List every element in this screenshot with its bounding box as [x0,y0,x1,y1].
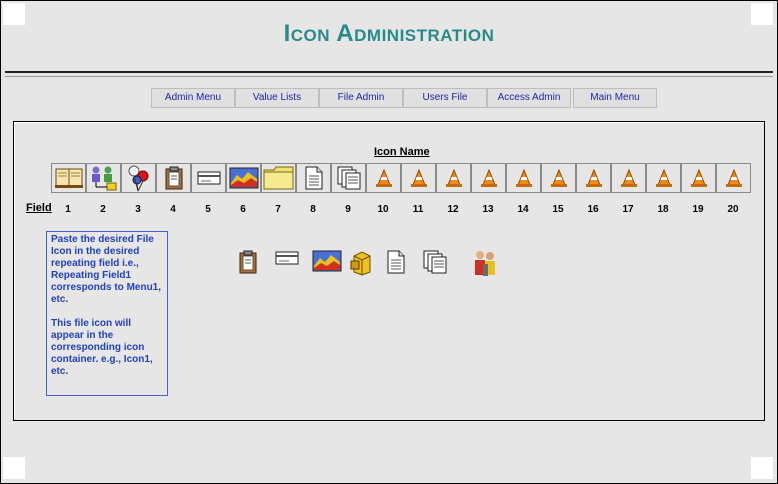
icon-slot-2[interactable] [86,163,121,193]
field-number-9: 9 [345,204,351,215]
source-chart-icon[interactable] [312,250,342,276]
users-icon [89,165,119,191]
field-number-6: 6 [240,204,246,215]
icon-slot-6[interactable] [226,163,261,193]
instruction-paragraph-2: This file icon will appear in the corres… [51,318,153,377]
header-divider-thin [5,76,773,77]
field-number-19: 19 [692,204,704,215]
field-number-17: 17 [622,204,634,215]
icon-slot-8[interactable] [296,163,331,193]
cone-icon [515,168,533,188]
admin-menu-button[interactable]: Admin Menu [151,88,235,108]
source-clipboard-icon[interactable] [238,250,264,276]
document-icon [304,166,324,190]
cone-icon [410,168,428,188]
file-admin-button[interactable]: File Admin [319,88,403,108]
cone-icon [445,168,463,188]
icon-slot-5[interactable] [191,163,226,193]
instruction-note: Paste the desired File Icon in the desir… [46,231,168,396]
field-label: Field [26,202,52,214]
field-number-8: 8 [310,204,316,215]
users-file-button[interactable]: Users File [403,88,487,108]
field-number-11: 11 [412,204,424,215]
icon-slot-13[interactable] [471,163,506,193]
field-number-4: 4 [170,204,176,215]
icon-slot-10[interactable] [366,163,401,193]
field-number-20: 20 [727,204,739,215]
icon-slot-19[interactable] [681,163,716,193]
field-number-2: 2 [100,204,106,215]
icon-slot-3[interactable] [121,163,156,193]
cone-icon [655,168,673,188]
icon-slot-12[interactable] [436,163,471,193]
field-number-14: 14 [517,204,529,215]
source-card-icon[interactable] [275,250,301,276]
header-divider [5,71,773,73]
source-documents-icon[interactable] [423,250,449,276]
page-title: Icon Administration [283,20,495,47]
cone-icon [690,168,708,188]
book-icon [54,167,83,189]
icon-slot-9[interactable] [331,163,366,193]
field-number-16: 16 [587,204,599,215]
cone-icon [480,168,498,188]
source-people-icon[interactable] [472,250,498,276]
access-admin-button[interactable]: Access Admin [487,88,571,108]
field-number-18: 18 [657,204,669,215]
icon-slot-1[interactable] [51,163,86,193]
instruction-paragraph-1: Paste the desired File Icon in the desir… [51,234,162,305]
icon-slot-15[interactable] [541,163,576,193]
field-number-10: 10 [377,204,389,215]
icon-slot-18[interactable] [646,163,681,193]
icon-slot-14[interactable] [506,163,541,193]
field-number-15: 15 [552,204,564,215]
cone-icon [585,168,603,188]
field-number-1: 1 [65,204,71,215]
icon-slot-4[interactable] [156,163,191,193]
icon-slot-11[interactable] [401,163,436,193]
cone-icon [550,168,568,188]
main-menu-button[interactable]: Main Menu [573,88,657,108]
field-number-3: 3 [135,204,141,215]
icon-slot-16[interactable] [576,163,611,193]
field-number-5: 5 [205,204,211,215]
icon-slot-20[interactable] [716,163,751,193]
source-box-icon[interactable] [350,250,376,276]
clipboard-icon [164,166,184,190]
icon-slot-17[interactable] [611,163,646,193]
cone-icon [375,168,393,188]
field-number-12: 12 [447,204,459,215]
corner-box-bottom-left [3,457,25,479]
source-document-icon[interactable] [386,250,412,276]
documents-icon [337,166,361,190]
cone-icon [725,168,743,188]
corner-box-bottom-right [751,457,773,479]
card-icon [197,170,221,186]
icon-name-label: Icon Name [374,146,430,158]
value-lists-button[interactable]: Value Lists [235,88,319,108]
cone-icon [620,168,638,188]
folder-icon [263,165,295,191]
icon-slot-7[interactable] [261,163,296,193]
field-number-7: 7 [275,204,281,215]
chart-icon [229,167,259,189]
field-number-13: 13 [482,204,494,215]
balloons-icon [127,164,151,192]
